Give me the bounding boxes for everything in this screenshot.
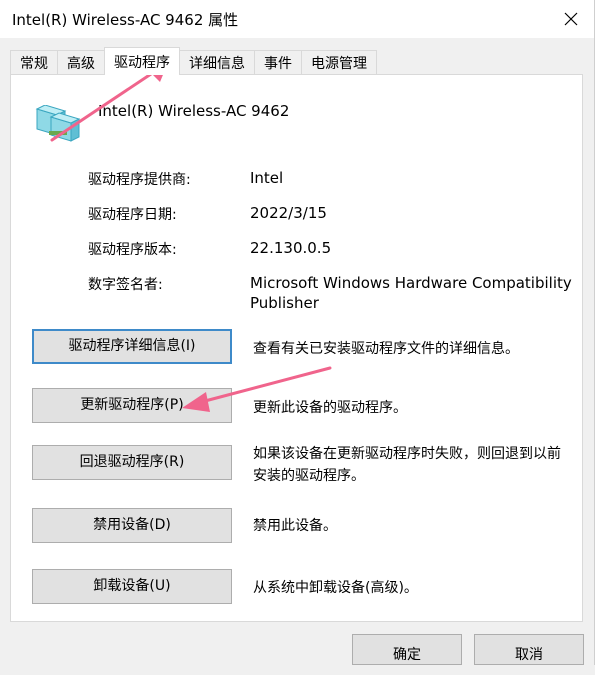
- tab-general[interactable]: 常规: [10, 50, 58, 75]
- digital-signer-value: Microsoft Windows Hardware Compatibility…: [250, 274, 572, 312]
- update-driver-button[interactable]: 更新驱动程序(P): [32, 388, 232, 423]
- roll-back-driver-description: 如果该设备在更新驱动程序时失败，则回退到以前安装的驱动程序。: [253, 446, 561, 484]
- tab-events[interactable]: 事件: [254, 50, 302, 75]
- tab-driver[interactable]: 驱动程序: [104, 47, 180, 75]
- driver-tab-panel: Intel(R) Wireless-AC 9462 驱动程序提供商: Intel…: [10, 74, 583, 622]
- tab-power-management[interactable]: 电源管理: [301, 50, 377, 75]
- driver-details-button[interactable]: 驱动程序详细信息(I): [32, 329, 232, 364]
- ok-button[interactable]: 确定: [352, 634, 462, 665]
- driver-version-value: 22.130.0.5: [250, 239, 332, 257]
- driver-date-label: 驱动程序日期:: [88, 207, 177, 223]
- device-name: Intel(R) Wireless-AC 9462: [98, 102, 290, 120]
- tab-strip: 常规 高级 驱动程序 详细信息 事件 电源管理: [10, 47, 377, 75]
- driver-version-label: 驱动程序版本:: [88, 242, 177, 258]
- close-button[interactable]: [548, 0, 594, 38]
- title-bar: Intel(R) Wireless-AC 9462 属性: [0, 0, 594, 38]
- driver-provider-value: Intel: [250, 169, 284, 187]
- tab-advanced[interactable]: 高级: [57, 50, 105, 75]
- disable-device-button[interactable]: 禁用设备(D): [32, 508, 232, 543]
- digital-signer-label: 数字签名者:: [88, 277, 163, 293]
- disable-device-description: 禁用此设备。: [253, 518, 337, 534]
- driver-date-value: 2022/3/15: [250, 204, 327, 222]
- tab-details[interactable]: 详细信息: [179, 50, 255, 75]
- properties-dialog: Intel(R) Wireless-AC 9462 属性 常规 高级 驱动程序 …: [0, 0, 595, 665]
- driver-provider-label: 驱动程序提供商:: [88, 172, 191, 188]
- driver-details-description: 查看有关已安装驱动程序文件的详细信息。: [253, 341, 519, 357]
- update-driver-description: 更新此设备的驱动程序。: [253, 400, 407, 416]
- uninstall-device-button[interactable]: 卸载设备(U): [32, 569, 232, 604]
- roll-back-driver-button[interactable]: 回退驱动程序(R): [32, 445, 232, 480]
- close-icon: [564, 12, 578, 26]
- window-title: Intel(R) Wireless-AC 9462 属性: [12, 11, 239, 29]
- uninstall-device-description: 从系统中卸载设备(高级)。: [253, 580, 418, 596]
- network-adapter-icon: [35, 105, 81, 142]
- cancel-button[interactable]: 取消: [474, 634, 584, 665]
